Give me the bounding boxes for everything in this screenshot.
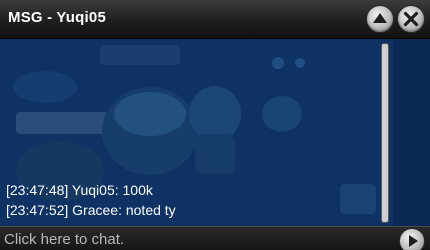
message-list: [23:47:48] Yuqi05: 100k [23:47:52] Grace… xyxy=(6,180,376,220)
chat-message: [23:47:52] Gracee: noted ty xyxy=(6,202,176,218)
close-button[interactable] xyxy=(397,5,425,33)
chat-input[interactable] xyxy=(4,230,394,248)
minimize-button[interactable] xyxy=(366,5,394,33)
side-panel xyxy=(393,39,430,226)
chat-message: [23:47:48] Yuqi05: 100k xyxy=(6,182,153,198)
triangle-up-icon xyxy=(373,13,387,23)
play-triangle-icon xyxy=(409,235,418,247)
close-x-icon xyxy=(403,11,419,27)
scrollbar-thumb[interactable] xyxy=(381,43,389,223)
chat-input-bar xyxy=(0,226,430,250)
chat-window: MSG - Yuqi05 [23:47:48] Yuqi05: 100k [23… xyxy=(0,0,430,250)
chat-log[interactable]: [23:47:48] Yuqi05: 100k [23:47:52] Grace… xyxy=(0,39,430,226)
window-title: MSG - Yuqi05 xyxy=(8,9,106,26)
scrollbar[interactable] xyxy=(377,39,393,226)
send-button[interactable] xyxy=(399,228,425,250)
title-bar[interactable]: MSG - Yuqi05 xyxy=(0,0,430,39)
